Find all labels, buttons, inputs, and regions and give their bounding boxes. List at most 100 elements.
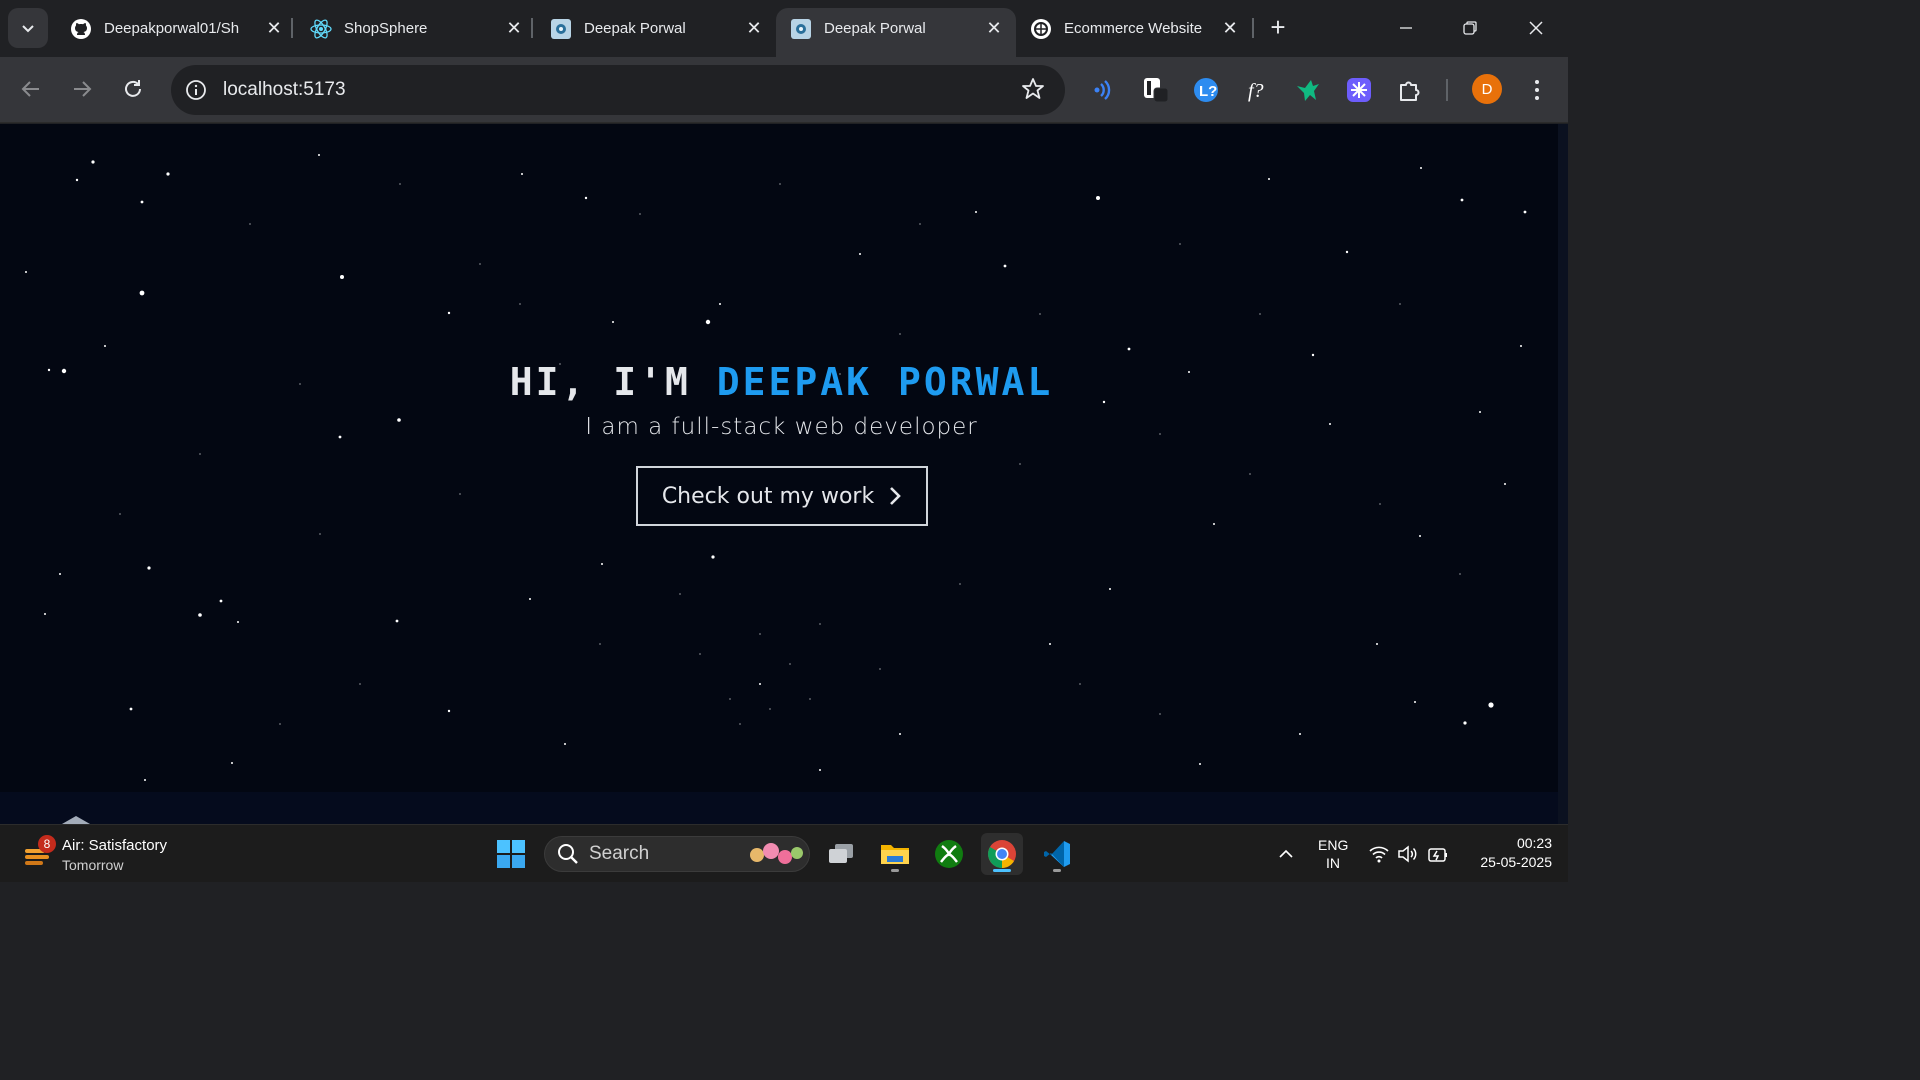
- profile-avatar[interactable]: D: [1472, 74, 1502, 104]
- folder-icon: [881, 845, 909, 864]
- check-out-work-button[interactable]: Check out my work: [636, 466, 928, 526]
- leetcode-ext-icon[interactable]: L?: [1190, 74, 1222, 106]
- vscode-button[interactable]: [1036, 833, 1078, 875]
- svg-text:L?: L?: [1199, 83, 1217, 100]
- address-bar[interactable]: localhost:5173: [171, 65, 1065, 115]
- tab-ecommerce[interactable]: Ecommerce Website ✕: [1016, 8, 1252, 57]
- lang-line2: IN: [1326, 855, 1340, 871]
- hero-heading: HI, I'M DEEPAK PORWAL: [0, 360, 1558, 404]
- arrow-left-icon: [21, 81, 39, 97]
- volume-status[interactable]: [1394, 833, 1422, 875]
- kebab-menu-icon[interactable]: [1521, 74, 1553, 106]
- tab-divider: [291, 18, 293, 38]
- tab-title: Ecommerce Website: [1064, 20, 1203, 37]
- cta-label: Check out my work: [661, 483, 875, 509]
- file-explorer-button[interactable]: [874, 833, 916, 875]
- search-placeholder: Search: [589, 843, 650, 864]
- close-icon[interactable]: ✕: [264, 18, 284, 39]
- taskbar-search[interactable]: Search: [544, 836, 810, 872]
- tab-shopsphere[interactable]: ShopSphere ✕: [296, 8, 536, 57]
- language-indicator[interactable]: ENG IN: [1318, 837, 1348, 871]
- tab-divider: [531, 18, 533, 38]
- task-view-button[interactable]: [820, 833, 862, 875]
- tab-deepak-porwal-active[interactable]: Deepak Porwal ✕: [776, 8, 1016, 57]
- chevron-down-icon: [22, 25, 34, 33]
- bird-ext-icon[interactable]: [1292, 74, 1324, 106]
- windows-icon: [497, 840, 525, 868]
- clock-date: 25-05-2025: [1480, 854, 1552, 870]
- hero-subtitle: I am a full-stack web developer: [585, 414, 978, 440]
- close-icon[interactable]: ✕: [744, 18, 764, 39]
- bookmark-star-icon[interactable]: [1021, 77, 1045, 106]
- restore-icon: [1463, 21, 1477, 35]
- wifi-icon: [1369, 846, 1389, 863]
- vscode-icon: [1044, 841, 1070, 867]
- minimize-icon: [1400, 27, 1412, 29]
- reload-button[interactable]: [116, 72, 150, 106]
- back-button[interactable]: [14, 72, 48, 106]
- flowers-highlight-icon: [750, 843, 803, 864]
- close-icon[interactable]: ✕: [984, 18, 1004, 39]
- chrome-icon: [988, 840, 1016, 868]
- forward-button[interactable]: [65, 72, 99, 106]
- tab-title: ShopSphere: [344, 20, 428, 37]
- site-info-icon[interactable]: [183, 77, 209, 103]
- restore-button[interactable]: [1450, 12, 1490, 44]
- tab-title: Deepak Porwal: [584, 20, 686, 37]
- running-indicator: [1053, 869, 1061, 872]
- chevron-right-icon: [890, 487, 902, 505]
- task-view-icon: [829, 844, 853, 863]
- new-tab-button[interactable]: +: [1264, 14, 1292, 42]
- chrome-taskbar-button[interactable]: [981, 833, 1023, 875]
- weather-title: Air: Satisfactory: [62, 837, 168, 854]
- tab-divider: [1252, 18, 1254, 38]
- chatgpt-icon: [1030, 18, 1052, 40]
- tab-github[interactable]: Deepakporwal01/Sh ✕: [56, 8, 296, 57]
- xbox-button[interactable]: [928, 833, 970, 875]
- reload-icon: [125, 80, 141, 97]
- hero-name: DEEPAK PORWAL: [716, 360, 1054, 404]
- notification-badge: 8: [38, 835, 56, 853]
- vite-site-icon: [550, 18, 572, 40]
- react-icon: [310, 18, 332, 40]
- weather-widget[interactable]: 8 Air: Satisfactory Tomorrow: [22, 835, 192, 875]
- battery-charging-icon: [1428, 848, 1447, 862]
- page-scrollbar[interactable]: [1558, 124, 1568, 824]
- show-hidden-icons-button[interactable]: [1265, 833, 1307, 875]
- browser-toolbar: localhost:5173 L? f?: [0, 57, 1568, 123]
- battery-status[interactable]: [1424, 833, 1452, 875]
- next-section-edge: [0, 792, 1558, 824]
- window-close-button[interactable]: [1516, 12, 1556, 44]
- close-icon[interactable]: ✕: [504, 18, 524, 39]
- clock[interactable]: 00:23 25-05-2025: [1462, 835, 1552, 870]
- formula-ext-icon[interactable]: f?: [1242, 74, 1274, 106]
- tab-search-button[interactable]: [8, 8, 48, 48]
- clock-time: 00:23: [1516, 835, 1552, 851]
- tab-strip: Deepakporwal01/Sh ✕ ShopSphere ✕ Deepak …: [0, 0, 1568, 57]
- snowflake-ext-icon[interactable]: [1343, 74, 1375, 106]
- xbox-icon: [935, 840, 963, 868]
- wave-icon[interactable]: [1086, 74, 1118, 106]
- start-button[interactable]: [490, 833, 532, 875]
- puzzle-icon[interactable]: [1394, 74, 1426, 106]
- wifi-status[interactable]: [1366, 833, 1392, 875]
- notion-ext-icon[interactable]: [1140, 74, 1172, 106]
- tab-deepak-porwal-1[interactable]: Deepak Porwal ✕: [536, 8, 776, 57]
- arrow-right-icon: [74, 81, 92, 97]
- windows-taskbar: 8 Air: Satisfactory Tomorrow Search ENG …: [0, 824, 1568, 882]
- svg-text:f?: f?: [1248, 80, 1264, 102]
- chevron-up-icon: [1279, 849, 1293, 858]
- running-indicator: [891, 869, 899, 872]
- vite-site-icon: [790, 18, 812, 40]
- url-text: localhost:5173: [223, 79, 346, 100]
- speaker-icon: [1398, 845, 1417, 863]
- hero-greeting: HI, I'M: [509, 360, 717, 404]
- tab-title: Deepak Porwal: [824, 20, 926, 37]
- minimize-button[interactable]: [1386, 12, 1426, 44]
- close-icon[interactable]: ✕: [1220, 18, 1240, 39]
- weather-subtitle: Tomorrow: [62, 857, 124, 873]
- active-indicator: [993, 869, 1011, 872]
- github-icon: [70, 18, 92, 40]
- close-icon: [1529, 21, 1543, 35]
- hero-section: HI, I'M DEEPAK PORWAL I am a full-stack …: [0, 124, 1558, 824]
